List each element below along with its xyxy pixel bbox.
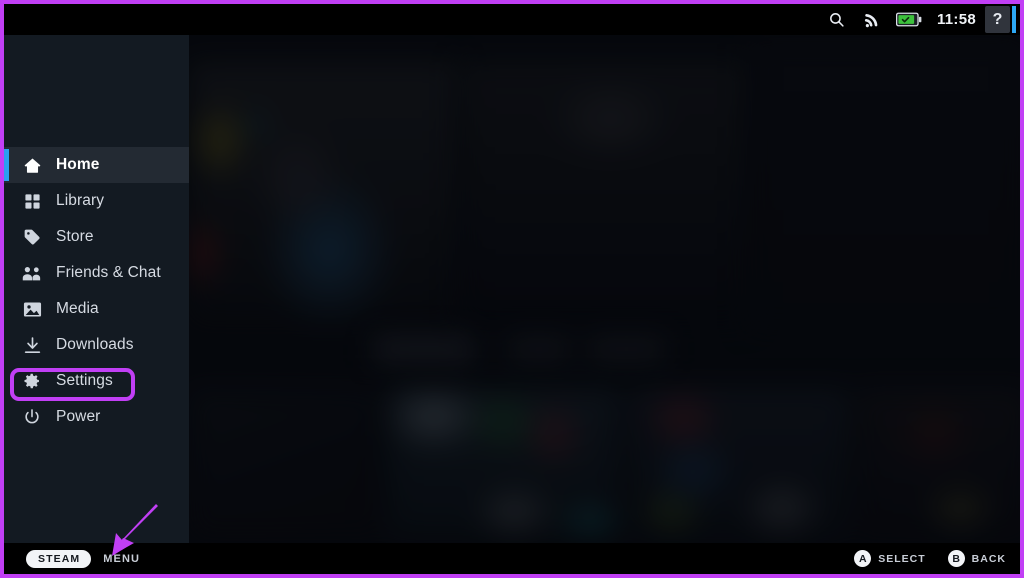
friends-icon bbox=[22, 263, 42, 283]
home-icon bbox=[22, 155, 42, 175]
sidebar-item-power[interactable]: Power bbox=[4, 399, 189, 435]
help-button[interactable]: ? bbox=[985, 6, 1010, 33]
sidebar-item-label: Media bbox=[56, 300, 99, 317]
clock: 11:58 bbox=[936, 11, 976, 28]
power-icon bbox=[22, 407, 42, 427]
status-bar: 11:58 ? bbox=[4, 4, 1020, 35]
steam-deck-screen: 11:58 ? Home Library Store Friends & Cha… bbox=[0, 0, 1024, 578]
library-icon bbox=[22, 191, 42, 211]
battery-charged-icon[interactable] bbox=[895, 9, 922, 31]
a-button-icon: A bbox=[854, 550, 872, 567]
help-focus-indicator bbox=[1012, 6, 1016, 33]
download-icon bbox=[22, 335, 42, 355]
sidebar-item-media[interactable]: Media bbox=[4, 291, 189, 327]
sidebar-item-store[interactable]: Store bbox=[4, 219, 189, 255]
hint-select: A SELECT bbox=[854, 550, 925, 567]
sidebar-item-label: Friends & Chat bbox=[56, 264, 161, 281]
gear-icon bbox=[22, 371, 42, 391]
bottom-bar-hints: A SELECT B BACK bbox=[832, 550, 1006, 567]
sidebar-item-label: Settings bbox=[56, 372, 113, 389]
sidebar-item-label: Library bbox=[56, 192, 105, 209]
hint-label: BACK bbox=[971, 552, 1006, 565]
sidebar-item-home[interactable]: Home bbox=[4, 147, 189, 183]
sidebar-item-downloads[interactable]: Downloads bbox=[4, 327, 189, 363]
hint-back: B BACK bbox=[947, 550, 1006, 567]
help-button-group[interactable]: ? bbox=[985, 6, 1016, 33]
store-tag-icon bbox=[22, 227, 42, 247]
wifi-signal-icon[interactable] bbox=[860, 9, 886, 31]
media-icon bbox=[22, 299, 42, 319]
main-menu-sidebar: Home Library Store Friends & Chat Media … bbox=[4, 35, 189, 551]
b-button-icon: B bbox=[947, 550, 965, 567]
sidebar-item-settings[interactable]: Settings bbox=[4, 363, 189, 399]
sidebar-item-label: Power bbox=[56, 408, 101, 425]
annotation-arrow bbox=[112, 504, 158, 556]
sidebar-item-library[interactable]: Library bbox=[4, 183, 189, 219]
steam-button[interactable]: STEAM bbox=[26, 549, 92, 568]
search-icon[interactable] bbox=[824, 9, 850, 31]
sidebar-item-label: Store bbox=[56, 228, 94, 245]
hint-label: SELECT bbox=[878, 552, 926, 565]
sidebar-item-label: Home bbox=[56, 156, 100, 173]
sidebar-item-friends-chat[interactable]: Friends & Chat bbox=[4, 255, 189, 291]
sidebar-item-label: Downloads bbox=[56, 336, 134, 353]
